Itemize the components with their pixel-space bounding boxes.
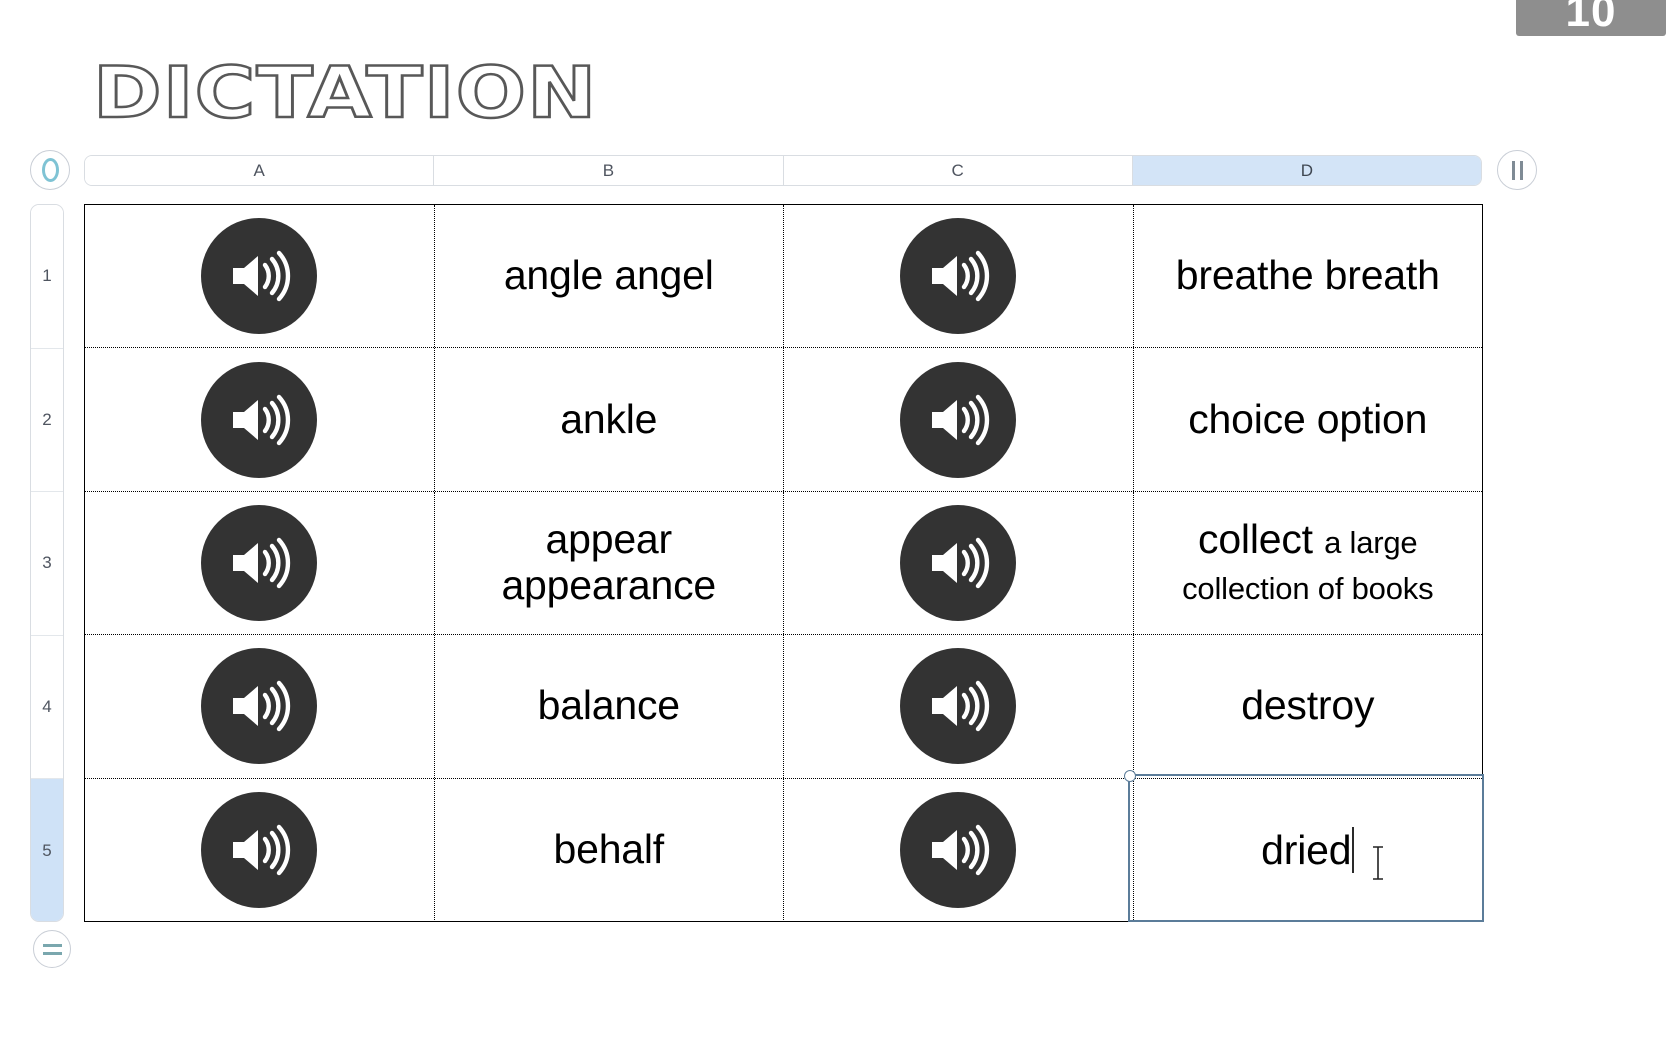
- cell-a5[interactable]: [85, 778, 435, 922]
- speaker-icon[interactable]: [201, 792, 318, 909]
- cell-c2[interactable]: [784, 348, 1134, 491]
- cell-d1-text: breathe breath: [1175, 252, 1440, 299]
- page-number-badge: 10: [1516, 0, 1666, 36]
- table-row: behalf dried: [85, 778, 1483, 922]
- cell-b2-text: ankle: [560, 395, 658, 442]
- rows-menu-button[interactable]: [33, 930, 71, 968]
- page-title: DICTATION: [92, 52, 598, 134]
- speaker-icon[interactable]: [900, 792, 1017, 909]
- cell-b3[interactable]: appear appearance: [435, 491, 784, 635]
- column-header-a[interactable]: A: [85, 156, 435, 185]
- cell-d3-main: collect: [1198, 516, 1313, 563]
- cell-d2[interactable]: choice option: [1134, 348, 1483, 490]
- speaker-icon[interactable]: [201, 218, 318, 335]
- ring-icon: [41, 158, 59, 182]
- cell-d4[interactable]: destroy: [1134, 635, 1483, 777]
- speaker-icon[interactable]: [201, 361, 318, 478]
- cell-b4-text: balance: [537, 682, 680, 729]
- row-header-1[interactable]: 1: [31, 205, 63, 349]
- speaker-icon[interactable]: [900, 361, 1017, 478]
- pause-button[interactable]: [1497, 150, 1537, 190]
- cell-b5[interactable]: behalf: [435, 778, 784, 922]
- cell-a1[interactable]: [85, 205, 435, 348]
- speaker-icon[interactable]: [900, 504, 1017, 621]
- pause-icon: [1511, 160, 1523, 180]
- text-caret: [1352, 826, 1355, 873]
- column-header-c[interactable]: C: [783, 156, 1133, 185]
- row-header-3[interactable]: 3: [31, 492, 63, 636]
- column-header-d[interactable]: D: [1132, 156, 1481, 185]
- speaker-icon[interactable]: [900, 648, 1017, 765]
- row-header-4[interactable]: 4: [31, 635, 63, 780]
- cell-b4[interactable]: balance: [435, 635, 784, 778]
- cell-d2-text: choice option: [1188, 395, 1428, 442]
- row-header-5[interactable]: 5: [31, 779, 63, 921]
- cell-b5-text: behalf: [553, 826, 664, 873]
- cell-a2[interactable]: [85, 348, 435, 491]
- column-header-bar: A B C D: [84, 155, 1482, 186]
- cell-b1-text: angle angel: [503, 252, 714, 299]
- speaker-icon[interactable]: [201, 648, 318, 765]
- cell-c1[interactable]: [784, 205, 1134, 348]
- cell-d1[interactable]: breathe breath: [1134, 205, 1483, 347]
- row-header-2[interactable]: 2: [31, 348, 63, 493]
- app-canvas: 10 DICTATION A B C D 1 2 3 4 5 angle ang…: [0, 0, 1676, 1047]
- cell-b3-text: appear appearance: [501, 516, 717, 608]
- column-header-b[interactable]: B: [434, 156, 784, 185]
- table-row: appear appearance collect a large collec…: [85, 491, 1483, 636]
- cell-d3[interactable]: collect a large collection of books: [1134, 492, 1483, 634]
- cell-c5[interactable]: [784, 778, 1134, 922]
- cell-d5-text: dried: [1261, 826, 1355, 874]
- cell-d5[interactable]: dried: [1134, 779, 1483, 922]
- cell-a4[interactable]: [85, 635, 435, 778]
- cell-b1[interactable]: angle angel: [435, 205, 784, 348]
- record-ring-button[interactable]: [30, 150, 70, 190]
- cell-d4-text: destroy: [1241, 682, 1375, 729]
- speaker-icon[interactable]: [201, 504, 318, 621]
- table-row: ankle choice option: [85, 348, 1483, 492]
- table-row: angle angel breathe breath: [85, 205, 1483, 349]
- cell-b2[interactable]: ankle: [435, 348, 784, 491]
- speaker-icon[interactable]: [900, 218, 1017, 335]
- cell-a3[interactable]: [85, 491, 435, 635]
- worksheet-grid: angle angel breathe breath ankle choice …: [84, 204, 1483, 922]
- row-header-gutter: 1 2 3 4 5: [30, 204, 64, 922]
- cell-c3[interactable]: [784, 491, 1134, 635]
- cell-d3-text: collect a large collection of books: [1144, 516, 1473, 609]
- equals-icon: [42, 943, 62, 955]
- table-row: balance destroy: [85, 635, 1483, 779]
- cell-c4[interactable]: [784, 635, 1134, 778]
- cell-d5-value: dried: [1261, 826, 1352, 873]
- page-title-text: DICTATION: [92, 52, 598, 134]
